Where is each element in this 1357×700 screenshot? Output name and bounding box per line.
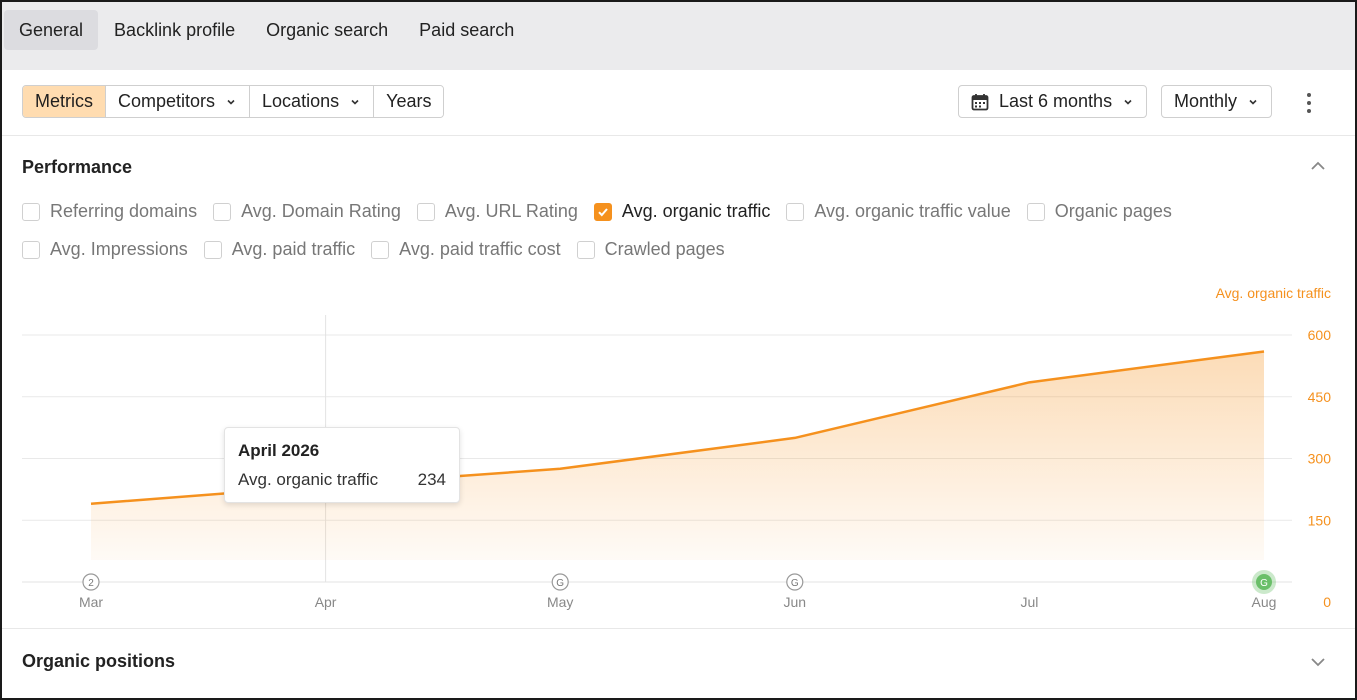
- segment-locations-button[interactable]: Locations: [250, 86, 375, 117]
- tab-general[interactable]: General: [4, 10, 99, 50]
- y-tick-label: 150: [1308, 512, 1332, 528]
- x-tick-label: Jul: [1020, 594, 1038, 610]
- segment-years-button[interactable]: Years: [374, 86, 444, 117]
- annotation-marker-active[interactable]: G: [1252, 570, 1276, 594]
- annotation-marker[interactable]: 2: [82, 573, 100, 591]
- metric-checkbox-avg-url-rating[interactable]: Avg. URL Rating: [416, 201, 578, 222]
- checkbox-empty-icon[interactable]: [22, 240, 40, 259]
- x-tick-label: May: [547, 594, 573, 610]
- segment-metrics-button[interactable]: Metrics: [23, 86, 106, 117]
- segment-label: Years: [386, 91, 432, 111]
- metric-checkbox-avg-organic-traffic-value[interactable]: Avg. organic traffic value: [786, 201, 1011, 222]
- kebab-menu-icon[interactable]: [1299, 90, 1319, 116]
- checkbox-checked-icon[interactable]: [593, 202, 612, 221]
- x-tick-label: Aug: [1252, 594, 1277, 610]
- checkbox-label: Avg. organic traffic value: [814, 201, 1011, 221]
- tab-organic-search[interactable]: Organic search: [251, 10, 403, 50]
- metric-checkbox-organic-pages[interactable]: Organic pages: [1026, 201, 1172, 222]
- metric-checkbox-avg-paid-traffic-cost[interactable]: Avg. paid traffic cost: [371, 239, 561, 260]
- metric-checkbox-referring-domains[interactable]: Referring domains: [22, 201, 197, 222]
- svg-text:G: G: [791, 578, 799, 589]
- y-tick-label: 600: [1308, 327, 1332, 343]
- view-segmented-control: Metrics Competitors Locations Years: [22, 85, 445, 118]
- metric-checkbox-avg-impressions[interactable]: Avg. Impressions: [22, 239, 188, 260]
- section-divider: [2, 628, 1355, 629]
- checkbox-empty-icon[interactable]: [1026, 202, 1045, 221]
- metric-checkbox-row-2: Avg. Impressions Avg. paid traffic Avg. pa…: [22, 239, 741, 260]
- organic-traffic-chart[interactable]: 0 150 300 450 600 Mar Apr May Jun Jul Aug 2 G G G: [2, 282, 1355, 622]
- checkbox-label: Avg. paid traffic: [231, 239, 356, 259]
- svg-text:2: 2: [88, 578, 94, 589]
- tooltip-metric: Avg. organic traffic: [238, 470, 379, 489]
- checkbox-empty-icon[interactable]: [203, 240, 222, 259]
- performance-title: Performance: [22, 157, 133, 177]
- chevron-down-icon: [1249, 99, 1257, 105]
- checkbox-label: Avg. organic traffic: [621, 201, 771, 221]
- checkbox-empty-icon[interactable]: [416, 202, 435, 221]
- x-tick-label: Mar: [79, 594, 103, 610]
- segment-label: Locations: [262, 91, 340, 111]
- checkbox-label: Avg. Domain Rating: [241, 201, 401, 221]
- interval-label: Monthly: [1174, 91, 1238, 111]
- interval-dropdown[interactable]: Monthly: [1161, 85, 1273, 118]
- tooltip-value: 234: [417, 470, 446, 489]
- segment-competitors-button[interactable]: Competitors: [106, 86, 251, 117]
- chart-tooltip: April 2026 Avg. organic traffic 234: [224, 427, 460, 503]
- metric-checkbox-crawled-pages[interactable]: Crawled pages: [576, 239, 725, 260]
- y-tick-label: 300: [1308, 451, 1332, 467]
- chevron-down-icon: [351, 99, 359, 105]
- annotation-marker[interactable]: G: [786, 573, 804, 591]
- checkbox-label: Referring domains: [50, 201, 198, 221]
- date-range-dropdown[interactable]: Last 6 months: [958, 85, 1148, 118]
- checkbox-label: Organic pages: [1054, 201, 1172, 221]
- chevron-up-icon[interactable]: [1308, 156, 1328, 176]
- checkbox-empty-icon[interactable]: [213, 202, 232, 221]
- organic-positions-title: Organic positions: [22, 651, 176, 671]
- segment-label: Metrics: [35, 91, 93, 111]
- checkbox-label: Crawled pages: [604, 239, 725, 259]
- checkbox-empty-icon[interactable]: [576, 240, 595, 259]
- chevron-down-icon: [227, 99, 235, 105]
- toolbar: Metrics Competitors Locations Years Last 6 …: [2, 70, 1355, 136]
- metric-checkbox-row-1: Referring domains Avg. Domain Rating Avg. …: [22, 201, 1188, 222]
- tab-paid-search[interactable]: Paid search: [404, 10, 529, 50]
- metric-checkbox-avg-paid-traffic[interactable]: Avg. paid traffic: [203, 239, 356, 260]
- svg-text:G: G: [1260, 578, 1268, 589]
- x-tick-label: Apr: [315, 594, 337, 610]
- checkbox-empty-icon[interactable]: [786, 202, 805, 221]
- segment-label: Competitors: [118, 91, 216, 111]
- date-range-label: Last 6 months: [999, 91, 1113, 111]
- metric-checkbox-avg-domain-rating[interactable]: Avg. Domain Rating: [213, 201, 401, 222]
- annotation-marker[interactable]: G: [551, 573, 569, 591]
- checkbox-label: Avg. URL Rating: [444, 201, 578, 221]
- checkbox-empty-icon[interactable]: [371, 240, 390, 259]
- tab-backlink-profile[interactable]: Backlink profile: [99, 10, 250, 50]
- checkbox-empty-icon[interactable]: [22, 202, 40, 221]
- top-tab-bar: General Backlink profile Organic search Pai…: [2, 2, 1355, 70]
- chevron-down-icon: [1124, 99, 1132, 105]
- checkbox-label: Avg. paid traffic cost: [399, 239, 561, 259]
- chevron-down-icon[interactable]: [1308, 652, 1328, 672]
- x-tick-label: Jun: [784, 594, 807, 610]
- app-frame: General Backlink profile Organic search Pai…: [0, 0, 1357, 700]
- svg-text:G: G: [556, 578, 564, 589]
- y-tick-label: 0: [1323, 594, 1331, 610]
- checkbox-label: Avg. Impressions: [50, 239, 188, 259]
- metric-checkbox-avg-organic-traffic[interactable]: Avg. organic traffic: [593, 201, 771, 222]
- tooltip-title: April 2026: [238, 441, 320, 460]
- calendar-icon: [971, 93, 989, 110]
- y-tick-label: 450: [1308, 389, 1332, 405]
